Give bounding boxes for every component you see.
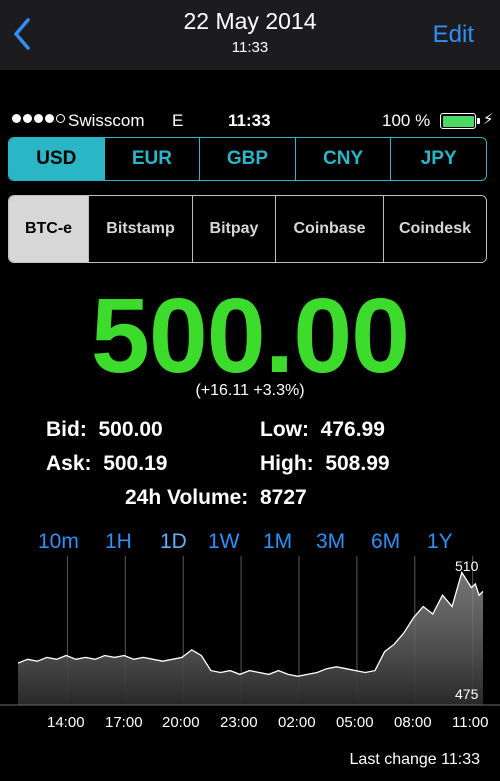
high-label: High:: [260, 452, 314, 475]
low-stat: Low: 476.99: [260, 418, 385, 442]
range-1w[interactable]: 1W: [208, 530, 240, 554]
ask-label: Ask:: [46, 452, 92, 475]
volume-stat: 24h Volume: 8727: [125, 486, 307, 510]
network-type: E: [172, 111, 184, 130]
exchange-coindesk[interactable]: Coindesk: [383, 196, 486, 262]
currency-gbp[interactable]: GBP: [199, 138, 295, 180]
bid-value: 500.00: [98, 418, 163, 441]
signal-dot: [23, 114, 32, 123]
high-stat: High: 508.99: [260, 452, 390, 476]
range-1h[interactable]: 1H: [105, 530, 132, 554]
battery-fill: [442, 115, 474, 127]
range-1d[interactable]: 1D: [160, 530, 187, 554]
y-min-label: 475: [455, 686, 479, 702]
currency-usd[interactable]: USD: [9, 138, 104, 180]
x-tick-label: 17:00: [105, 714, 143, 731]
exchange-btce[interactable]: BTC-e: [9, 196, 88, 262]
exchange-selector: BTC-e Bitstamp Bitpay Coinbase Coindesk: [8, 195, 487, 263]
nav-title: 22 May 2014: [183, 8, 317, 34]
battery-icon: [440, 113, 476, 129]
range-10m[interactable]: 10m: [38, 530, 79, 554]
nav-subtitle: 11:33: [231, 39, 269, 56]
low-value: 476.99: [320, 418, 385, 441]
status-time: 11:33: [228, 111, 271, 130]
last-change-text: Last change 11:33: [349, 751, 480, 768]
signal-strength-icon: [12, 114, 65, 123]
ask-value: 500.19: [103, 452, 168, 475]
exchange-bitpay[interactable]: Bitpay: [192, 196, 275, 262]
edit-button[interactable]: Edit: [433, 21, 474, 49]
range-1m[interactable]: 1M: [263, 530, 292, 554]
x-tick-label: 14:00: [47, 714, 85, 731]
bolt-icon: ⚡︎: [483, 111, 494, 128]
price-change: (+16.11 +3.3%): [195, 382, 305, 399]
currency-cny[interactable]: CNY: [294, 138, 391, 180]
signal-dot: [12, 114, 21, 123]
range-6m[interactable]: 6M: [371, 530, 400, 554]
status-bar: Swisscom E 11:33 100 % ⚡︎: [0, 110, 500, 134]
x-tick-label: 23:00: [220, 714, 258, 731]
volume-value: 8727: [259, 486, 307, 509]
currency-eur[interactable]: EUR: [103, 138, 200, 180]
range-3m[interactable]: 3M: [316, 530, 345, 554]
volume-label: 24h Volume:: [125, 486, 249, 509]
price-chart[interactable]: [0, 556, 500, 736]
currency-jpy[interactable]: JPY: [390, 138, 486, 180]
navigation-bar: 22 May 2014 11:33 Edit: [0, 0, 500, 70]
x-tick-label: 11:00: [452, 714, 489, 731]
x-tick-label: 02:00: [278, 714, 316, 731]
x-tick-label: 05:00: [336, 714, 374, 731]
bid-stat: Bid: 500.00: [46, 418, 163, 442]
y-max-label: 510: [455, 558, 479, 574]
signal-dot: [45, 114, 54, 123]
exchange-coinbase[interactable]: Coinbase: [275, 196, 383, 262]
x-tick-label: 20:00: [162, 714, 200, 731]
battery-tip: [477, 118, 480, 124]
high-value: 508.99: [325, 452, 390, 475]
bid-label: Bid:: [46, 418, 87, 441]
range-1y[interactable]: 1Y: [427, 530, 453, 554]
ask-stat: Ask: 500.19: [46, 452, 167, 476]
currency-selector: USD EUR GBP CNY JPY: [8, 137, 487, 181]
carrier-name: Swisscom: [68, 111, 145, 130]
signal-dot: [56, 114, 65, 123]
current-price: 500.00: [90, 277, 410, 395]
time-range-selector: 10m 1H 1D 1W 1M 3M 6M 1Y: [38, 530, 458, 558]
exchange-bitstamp[interactable]: Bitstamp: [88, 196, 192, 262]
signal-dot: [34, 114, 43, 123]
battery-percent: 100 %: [382, 111, 431, 130]
chart-area: [18, 572, 483, 705]
low-label: Low:: [260, 418, 309, 441]
x-tick-label: 08:00: [394, 714, 432, 731]
